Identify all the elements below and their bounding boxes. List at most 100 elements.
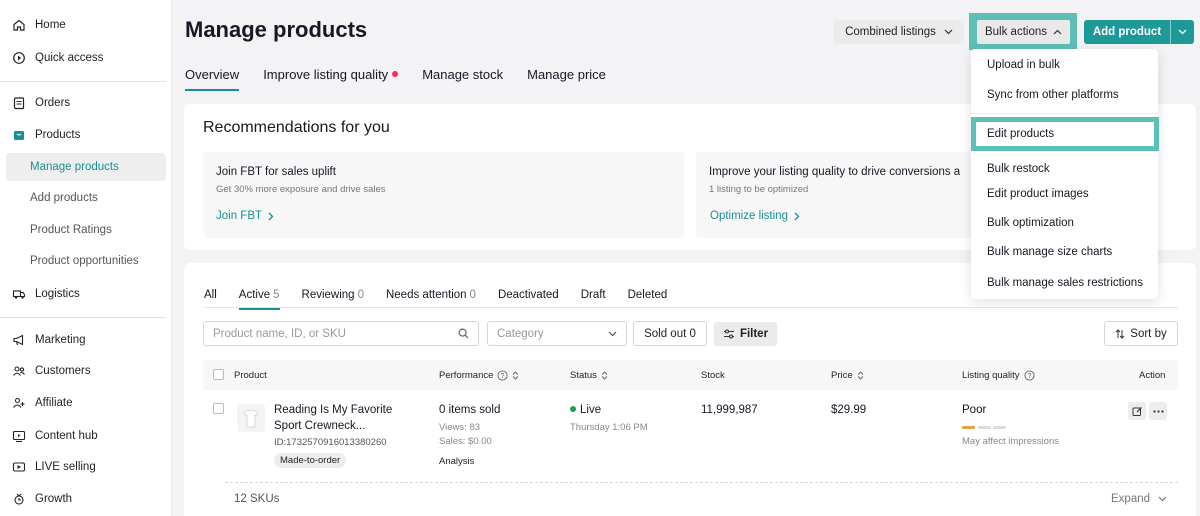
status-tab-label: Reviewing (301, 289, 355, 301)
add-product-button[interactable]: Add product (1084, 20, 1194, 44)
megaphone-icon (13, 334, 24, 346)
column-performance[interactable]: Performance ? (439, 370, 519, 381)
select-all-checkbox[interactable] (213, 369, 224, 380)
nav-marketing[interactable]: Marketing (6, 326, 166, 354)
quality-bar-segment (993, 426, 1006, 429)
row-checkbox[interactable] (213, 403, 224, 414)
filter-label: Filter (739, 328, 769, 340)
menu-item-bulk-size-charts[interactable]: Bulk manage size charts (987, 246, 1112, 258)
menu-item-upload-in-bulk[interactable]: Upload in bulk (987, 59, 1060, 71)
nav-content-hub[interactable]: Content hub (6, 422, 166, 450)
nav-customers-label: Customers (35, 365, 91, 377)
stock-value: 11,999,987 (701, 404, 758, 416)
column-status[interactable]: Status (570, 370, 608, 381)
edit-icon (1132, 406, 1142, 416)
product-id: ID:1732570916013380260 (274, 437, 387, 448)
nav-add-products[interactable]: Add products (6, 184, 166, 212)
more-icon (1152, 409, 1164, 413)
tab-improve-listing-quality-label: Improve listing quality (263, 67, 389, 82)
nav-live-selling[interactable]: LIVE selling (6, 453, 166, 481)
nav-quick-access-label: Quick access (35, 52, 104, 64)
filter-button[interactable]: Filter (714, 322, 777, 346)
tab-overview[interactable]: Overview (185, 67, 240, 91)
page-title: Manage products (185, 17, 368, 42)
listing-quality-value: Poor (962, 404, 987, 416)
product-name-continued[interactable]: Sport Crewneck... (274, 420, 365, 432)
more-button[interactable] (1149, 402, 1167, 420)
analysis-link[interactable]: Analysis (439, 456, 474, 467)
nav-product-opportunities[interactable]: Product opportunities (6, 247, 166, 275)
status-tab-label: Needs attention (385, 289, 467, 301)
search-input[interactable]: Product name, ID, or SKU (203, 321, 479, 346)
nav-products[interactable]: Products (6, 121, 166, 149)
tabs-divider (203, 307, 1178, 308)
column-price[interactable]: Price (831, 370, 864, 381)
expand-button[interactable]: Expand (1111, 493, 1167, 505)
live-dot (570, 406, 576, 412)
optimize-listing-link[interactable]: Optimize listing (710, 210, 800, 222)
nav-logistics[interactable]: Logistics (6, 280, 166, 308)
nav-manage-products[interactable]: Manage products (6, 153, 166, 181)
tab-improve-listing-quality[interactable]: Improve listing quality (263, 67, 399, 91)
product-name[interactable]: Reading Is My Favorite (274, 404, 392, 416)
column-label: Stock (701, 370, 725, 381)
menu-item-bulk-sales-restrictions[interactable]: Bulk manage sales restrictions (987, 277, 1143, 289)
status-tab-count: 5 (273, 289, 280, 301)
sort-icon (1115, 328, 1125, 339)
nav-customers[interactable]: Customers (6, 357, 166, 385)
menu-item-bulk-restock[interactable]: Bulk restock (987, 163, 1050, 175)
column-action: Action (1139, 370, 1165, 381)
join-fbt-link[interactable]: Join FBT (216, 210, 274, 222)
status-time: Thursday 1:06 PM (570, 422, 648, 433)
add-product-menu-toggle[interactable] (1171, 29, 1194, 35)
notification-dot (392, 71, 399, 77)
chevron-right-icon (794, 212, 800, 220)
nav-quick-access[interactable]: Quick access (6, 44, 166, 72)
combined-listings-button[interactable]: Combined listings (834, 20, 964, 44)
recommendation-listing-quality (696, 152, 977, 238)
menu-item-edit-product-images[interactable]: Edit product images (987, 188, 1089, 200)
menu-item-bulk-optimization[interactable]: Bulk optimization (987, 217, 1074, 229)
product-thumbnail[interactable] (237, 404, 265, 432)
nav-affiliate[interactable]: Affiliate (6, 389, 166, 417)
sort-by-button[interactable]: Sort by (1104, 321, 1178, 346)
recommendation-subtitle: 1 listing to be optimized (709, 184, 809, 195)
nav-orders[interactable]: Orders (6, 89, 166, 117)
nav-product-ratings[interactable]: Product Ratings (6, 216, 166, 244)
home-icon (13, 19, 25, 31)
sort-arrows-icon (513, 371, 519, 380)
tab-manage-price[interactable]: Manage price (527, 67, 606, 91)
row-divider (225, 482, 1178, 483)
tab-manage-stock[interactable]: Manage stock (422, 67, 503, 91)
content-icon (12, 430, 26, 443)
status-tab-label: Deleted (627, 289, 668, 301)
category-select[interactable]: Category (487, 321, 627, 346)
column-label: Performance (439, 370, 494, 381)
nav-live-selling-label: LIVE selling (35, 461, 96, 473)
status-live: Live (570, 404, 601, 416)
menu-item-edit-products-highlight[interactable]: Edit products (971, 117, 1159, 151)
menu-divider (971, 113, 1158, 114)
nav-growth[interactable]: Growth (6, 485, 166, 513)
nav-products-label: Products (35, 129, 81, 141)
products-icon (14, 131, 24, 140)
edit-button[interactable] (1128, 402, 1146, 420)
search-icon (458, 328, 469, 339)
views-count: Views: 83 (439, 422, 481, 433)
quality-bar-segment (978, 426, 991, 429)
sales-amount: Sales: $0.00 (439, 436, 492, 447)
recommendation-title: Improve your listing quality to drive co… (709, 166, 961, 178)
quick-access-icon (13, 52, 25, 64)
menu-item-sync-platforms[interactable]: Sync from other platforms (987, 89, 1119, 101)
bulk-actions-button[interactable]: Bulk actions (977, 20, 1070, 44)
nav-home[interactable]: Home (6, 11, 166, 39)
nav-content-hub-label: Content hub (35, 430, 98, 442)
svg-text:?: ? (1027, 373, 1031, 380)
recommendation-subtitle: Get 30% more exposure and drive sales (216, 184, 386, 195)
status-tab-label: Draft (580, 289, 606, 301)
nav-product-opportunities-label: Product opportunities (30, 255, 139, 267)
sold-out-button[interactable]: Sold out 0 (633, 321, 707, 346)
status-tab-count: 0 (357, 289, 364, 301)
status-tab-label: Active (238, 289, 271, 301)
menu-item-edit-products[interactable]: Edit products (987, 128, 1054, 140)
